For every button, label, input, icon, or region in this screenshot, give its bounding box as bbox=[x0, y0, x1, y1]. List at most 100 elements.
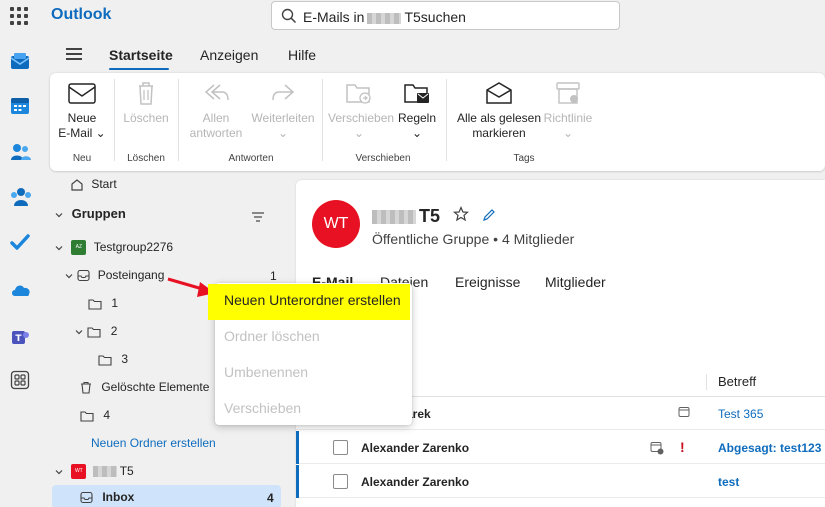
move-button[interactable]: Verschieben ⌄ bbox=[328, 79, 394, 141]
group-tab-members[interactable]: Mitglieder bbox=[545, 274, 606, 290]
ribbon-group-label: Neu bbox=[72, 153, 92, 164]
forward-button[interactable]: Weiterleiten ⌄ bbox=[248, 79, 318, 141]
chevron-down-icon bbox=[74, 324, 84, 338]
group-name: T5 bbox=[372, 205, 496, 227]
column-header-subject[interactable]: Betreff bbox=[718, 374, 756, 389]
redacted-name bbox=[367, 12, 402, 24]
chevron-down-icon: ⌄ bbox=[95, 126, 106, 140]
ribbon-tabs: Startseite Anzeigen Hilfe bbox=[44, 32, 825, 72]
more-apps-icon[interactable] bbox=[10, 370, 30, 390]
folder-icon bbox=[80, 408, 94, 422]
menu-item-move[interactable]: Verschieben bbox=[224, 400, 301, 416]
calendar-icon bbox=[678, 406, 690, 421]
mail-read-icon bbox=[483, 79, 515, 107]
teams-app-icon[interactable]: T bbox=[10, 328, 30, 348]
chevron-down-icon bbox=[54, 240, 64, 254]
app-title[interactable]: Outlook bbox=[51, 6, 111, 24]
group-t5[interactable]: WT T5 bbox=[54, 461, 134, 481]
ribbon-group-label: Antworten bbox=[228, 153, 274, 164]
message-sender: Alexander Zarenko bbox=[361, 441, 470, 455]
new-folder-link[interactable]: Neuen Ordner erstellen bbox=[91, 433, 216, 453]
message-subject: test bbox=[718, 475, 740, 489]
home-icon bbox=[70, 177, 84, 191]
app-launcher-icon[interactable] bbox=[10, 7, 28, 25]
reply-all-button[interactable]: Allen antworten bbox=[184, 79, 248, 141]
unread-indicator bbox=[296, 465, 299, 498]
message-checkbox[interactable] bbox=[333, 440, 348, 455]
redacted-name bbox=[92, 466, 117, 478]
group-badge: AZ bbox=[71, 240, 87, 256]
ribbon-divider bbox=[178, 79, 179, 161]
edit-icon[interactable] bbox=[482, 206, 496, 226]
chevron-down-icon: ⌄ bbox=[277, 126, 289, 140]
chevron-down-icon: ⌄ bbox=[562, 126, 574, 140]
menu-item-delete-folder[interactable]: Ordner löschen bbox=[224, 328, 320, 344]
mark-all-read-button[interactable]: Alle als gelesen markieren bbox=[454, 79, 544, 141]
calendar-app-icon[interactable] bbox=[10, 96, 30, 116]
ribbon-group-label: Tags bbox=[513, 153, 535, 164]
chevron-down-icon bbox=[54, 206, 64, 221]
folder-move-icon bbox=[343, 79, 375, 107]
people-app-icon[interactable] bbox=[10, 142, 31, 162]
folder-icon bbox=[98, 352, 112, 366]
tab-anzeigen[interactable]: Anzeigen bbox=[200, 47, 258, 63]
filter-icon[interactable] bbox=[251, 210, 265, 225]
message-row[interactable]: Alexander Zarenko test bbox=[296, 465, 825, 498]
group-avatar: WT bbox=[312, 200, 360, 248]
folder-deleted-items[interactable]: Gelöschte Elemente bbox=[80, 377, 209, 397]
message-row[interactable]: Alexander Zarenko ! Abgesagt: test123 bbox=[296, 431, 825, 464]
folder-4[interactable]: 4 bbox=[80, 405, 110, 425]
search-text: E-Mails in T5suchen bbox=[303, 9, 466, 25]
ribbon: Neue E-Mail ⌄ Löschen Allen antworten We… bbox=[50, 73, 825, 171]
ribbon-group-label: Verschieben bbox=[355, 153, 411, 164]
group-testgroup[interactable]: AZ Testgroup2276 bbox=[54, 237, 173, 257]
message-subject: Test 365 bbox=[718, 407, 764, 421]
folder-start[interactable]: Start bbox=[70, 174, 117, 194]
chevron-down-icon bbox=[54, 464, 64, 478]
folder-2[interactable]: 2 bbox=[74, 321, 117, 341]
message-checkbox[interactable] bbox=[333, 474, 348, 489]
groups-header[interactable]: Gruppen bbox=[54, 204, 126, 224]
calendar-cancel-icon bbox=[650, 441, 664, 458]
inbox-icon bbox=[80, 490, 93, 504]
policy-button[interactable]: Richtlinie ⌄ bbox=[542, 79, 594, 141]
group-subtitle: Öffentliche Gruppe • 4 Mitglieder bbox=[372, 231, 575, 247]
active-tab-indicator bbox=[109, 68, 169, 70]
message-sender: Alexander Zarenko bbox=[361, 475, 470, 489]
folder-1[interactable]: 1 bbox=[88, 293, 118, 313]
chevron-down-icon bbox=[64, 268, 74, 282]
tab-startseite[interactable]: Startseite bbox=[109, 47, 173, 63]
onedrive-app-icon[interactable] bbox=[10, 282, 30, 302]
column-divider bbox=[706, 374, 707, 390]
menu-item-rename[interactable]: Umbenennen bbox=[224, 364, 308, 380]
rules-button[interactable]: Regeln ⌄ bbox=[396, 79, 438, 141]
inbox-icon bbox=[77, 268, 90, 282]
star-icon[interactable] bbox=[453, 205, 470, 226]
groups-app-icon[interactable] bbox=[10, 186, 31, 206]
ribbon-divider bbox=[114, 79, 115, 161]
folder-icon bbox=[88, 296, 102, 310]
folder-icon bbox=[87, 324, 101, 338]
search-icon bbox=[281, 8, 297, 27]
reply-all-icon bbox=[200, 79, 232, 107]
app-rail: T bbox=[0, 32, 44, 507]
mail-app-icon[interactable] bbox=[10, 52, 30, 72]
chevron-down-icon: ⌄ bbox=[353, 126, 365, 140]
folder-context-menu: Neuen Unterordner erstellen Ordner lösch… bbox=[208, 283, 412, 425]
chevron-down-icon: ⌄ bbox=[411, 126, 423, 140]
ribbon-group-label: Löschen bbox=[127, 153, 165, 164]
rules-icon bbox=[401, 79, 433, 107]
tab-hilfe[interactable]: Hilfe bbox=[288, 47, 316, 63]
todo-app-icon[interactable] bbox=[10, 232, 30, 252]
search-box[interactable]: E-Mails in T5suchen bbox=[271, 1, 620, 30]
group-tab-events[interactable]: Ereignisse bbox=[455, 274, 520, 290]
folder-inbox[interactable]: Inbox bbox=[80, 487, 134, 507]
menu-item-new-subfolder[interactable]: Neuen Unterordner erstellen bbox=[208, 284, 410, 320]
folder-3[interactable]: 3 bbox=[98, 349, 128, 369]
new-email-button[interactable]: Neue E-Mail ⌄ bbox=[58, 79, 106, 141]
hamburger-icon[interactable] bbox=[66, 48, 82, 60]
folder-posteingang[interactable]: Posteingang bbox=[64, 265, 164, 285]
main-area: Startseite Anzeigen Hilfe Neue E-Mail ⌄ … bbox=[44, 32, 825, 507]
svg-text:T: T bbox=[15, 334, 22, 344]
delete-button[interactable]: Löschen bbox=[120, 79, 172, 126]
